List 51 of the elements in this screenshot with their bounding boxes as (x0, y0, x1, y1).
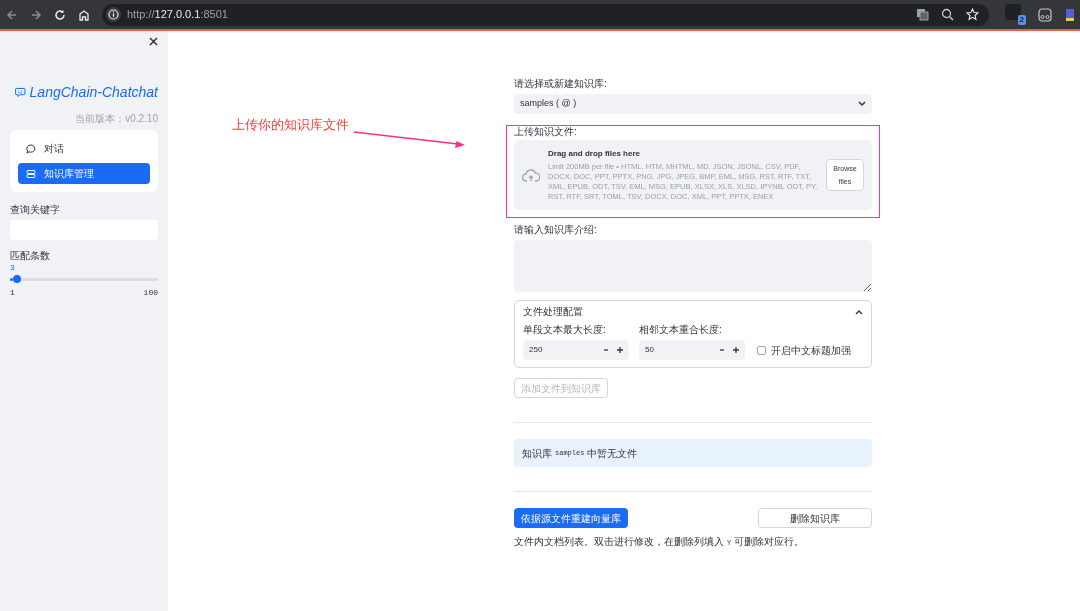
knowledge-base-dropdown[interactable]: samples ( @ ) (514, 94, 872, 114)
chat-logo-icon (15, 85, 26, 100)
reload-icon[interactable] (54, 8, 66, 21)
close-icon[interactable] (149, 37, 158, 46)
home-icon[interactable] (78, 8, 90, 21)
number-field[interactable]: 50 (639, 340, 745, 360)
field-label: 请输入知识库介绍: (514, 224, 598, 236)
dropzone-title: Drag and drop files here (548, 148, 642, 160)
slider-track[interactable] (10, 275, 158, 283)
star-icon[interactable] (966, 8, 979, 21)
slider-value: 3 (10, 263, 16, 273)
plus-icon[interactable] (733, 347, 739, 353)
minus-icon[interactable] (603, 347, 609, 353)
annotation-text: 上传你的知识库文件 (232, 116, 349, 134)
extension-icon[interactable] (1064, 7, 1074, 22)
field-label: 请选择或新建知识库: (514, 78, 608, 90)
delete-button[interactable]: 删除知识库 (758, 508, 872, 528)
address-bar[interactable]: http://127.0.0.1:8501 (102, 3, 989, 26)
minus-icon[interactable] (719, 347, 725, 353)
field-label: 匹配条数 (10, 249, 51, 263)
slider-thumb[interactable] (12, 275, 21, 283)
back-icon[interactable] (6, 8, 18, 21)
chevron-down-icon (858, 101, 866, 107)
plus-icon[interactable] (617, 347, 623, 353)
chevron-icon[interactable] (855, 309, 863, 315)
field-label: 单段文本最大长度: (523, 324, 607, 336)
url-text: http://127.0.0.1:8501 (127, 7, 228, 23)
translate-icon[interactable] (916, 8, 929, 21)
info-icon (106, 7, 121, 22)
field-label: 上传知识文件: (514, 126, 578, 138)
cloud-upload-icon (522, 168, 540, 182)
field-label: 查询关键字 (10, 203, 61, 217)
slider-min: 1 (10, 287, 15, 299)
description-field[interactable] (514, 240, 872, 292)
field-label: 相邻文本重合长度: (639, 324, 723, 336)
forward-icon[interactable] (30, 8, 42, 21)
menu-item[interactable]: 对话 (18, 138, 150, 159)
checkbox[interactable] (757, 345, 766, 355)
logo-text: LangChain-Chatchat (29, 83, 158, 102)
database-icon (26, 168, 36, 179)
zoom-icon[interactable] (941, 8, 954, 21)
rebuild-button[interactable]: 依据源文件重建向量库 (514, 508, 628, 528)
checkbox-label: 开启中文标题加强 (771, 343, 851, 358)
version-text: 当前版本：v0.2.10 (75, 112, 158, 126)
extension-icon[interactable] (1038, 7, 1052, 22)
extension-badge: 2 (1017, 15, 1026, 25)
panel-title[interactable]: 文件处理配置 (523, 306, 583, 318)
menu-item[interactable]: 知识库管理 (18, 163, 150, 184)
number-field[interactable]: 250 (523, 340, 629, 360)
chat-bubble-icon (26, 143, 36, 154)
slider-max: 100 (143, 287, 158, 299)
